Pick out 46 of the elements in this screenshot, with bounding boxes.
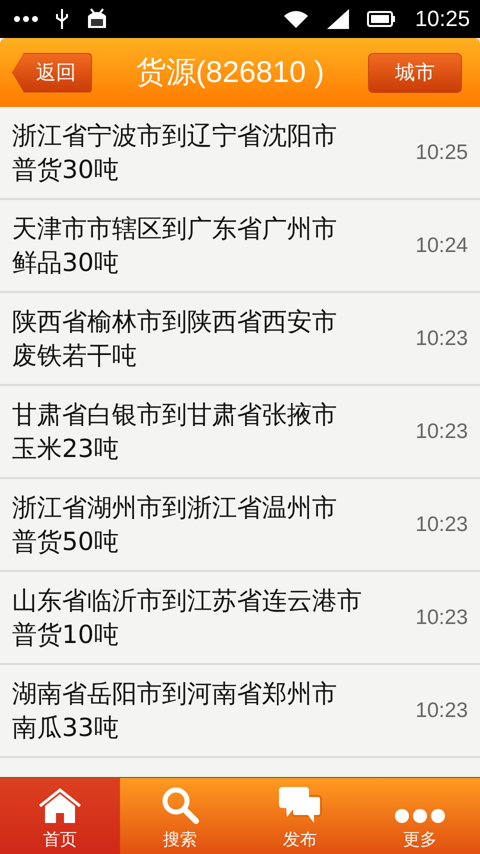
nav-tab[interactable]: 发布 (240, 778, 360, 854)
post-time: 10:23 (415, 512, 468, 536)
list-item[interactable]: 甘肃省白银市到甘肃省张掖市 玉米23吨 10:23 (0, 386, 480, 479)
signal-icon (326, 9, 349, 29)
post-time: 10:24 (415, 234, 468, 258)
cargo-text: 玉米23吨 (12, 432, 120, 464)
chat-icon (278, 786, 322, 824)
post-time: 10:23 (415, 326, 468, 350)
cargo-text: 废铁若干吨 (12, 340, 138, 372)
search-icon (161, 786, 199, 824)
dots-icon (14, 16, 38, 22)
route-text: 甘肃省白银市到甘肃省张掖市 (12, 398, 338, 430)
wifi-icon (282, 9, 309, 29)
nav-tab[interactable]: 搜索 (120, 778, 240, 854)
route-text: 天津市市辖区到广东省广州市 (12, 212, 338, 244)
route-text: 湖南省岳阳市到河南省郑州市 (12, 678, 338, 710)
list-item[interactable]: 浙江省湖州市到浙江省温州市 普货50吨 10:23 (0, 479, 480, 572)
list-item[interactable]: 浙江省宁波市到辽宁省沈阳市 普货30吨 10:25 (0, 107, 480, 200)
post-time: 10:23 (415, 420, 468, 444)
robot-icon (86, 8, 108, 30)
list-item[interactable]: 山东省临沂市到江苏省连云港市 普货10吨 10:23 (0, 572, 480, 665)
cargo-text: 南瓜33吨 (12, 712, 120, 744)
nav-tab[interactable]: 更多 (360, 778, 480, 854)
usb-icon (56, 9, 68, 29)
page-title: 货源(826810 ) (136, 55, 324, 91)
nav-tab[interactable]: 首页 (0, 778, 120, 854)
home-icon (37, 788, 83, 824)
route-text: 浙江省湖州市到浙江省温州市 (12, 492, 338, 524)
back-button[interactable]: 返回 (12, 52, 92, 92)
cargo-text: 普货30吨 (12, 154, 120, 186)
post-time: 10:25 (415, 140, 468, 164)
list-item[interactable]: 天津市市辖区到广东省广州市 鲜品30吨 10:24 (0, 200, 480, 293)
route-text: 山东省临沂市到江苏省连云港市 (12, 584, 363, 616)
cargo-text: 普货50吨 (12, 526, 120, 558)
route-text: 陕西省榆林市到陕西省西安市 (12, 306, 338, 338)
more-icon (394, 808, 446, 824)
cargo-text: 鲜品30吨 (12, 246, 120, 278)
status-time: 10:25 (414, 6, 470, 32)
route-text: 浙江省宁波市到辽宁省沈阳市 (12, 120, 338, 152)
post-time: 10:23 (415, 606, 468, 630)
post-time: 10:23 (415, 698, 468, 722)
city-button[interactable]: 城市 (368, 52, 462, 92)
battery-icon (366, 11, 395, 27)
cargo-text: 普货10吨 (12, 618, 120, 650)
list-item[interactable]: 陕西省榆林市到陕西省西安市 废铁若干吨 10:23 (0, 293, 480, 386)
list-item[interactable]: 湖南省岳阳市到河南省郑州市 南瓜33吨 10:23 (0, 665, 480, 758)
